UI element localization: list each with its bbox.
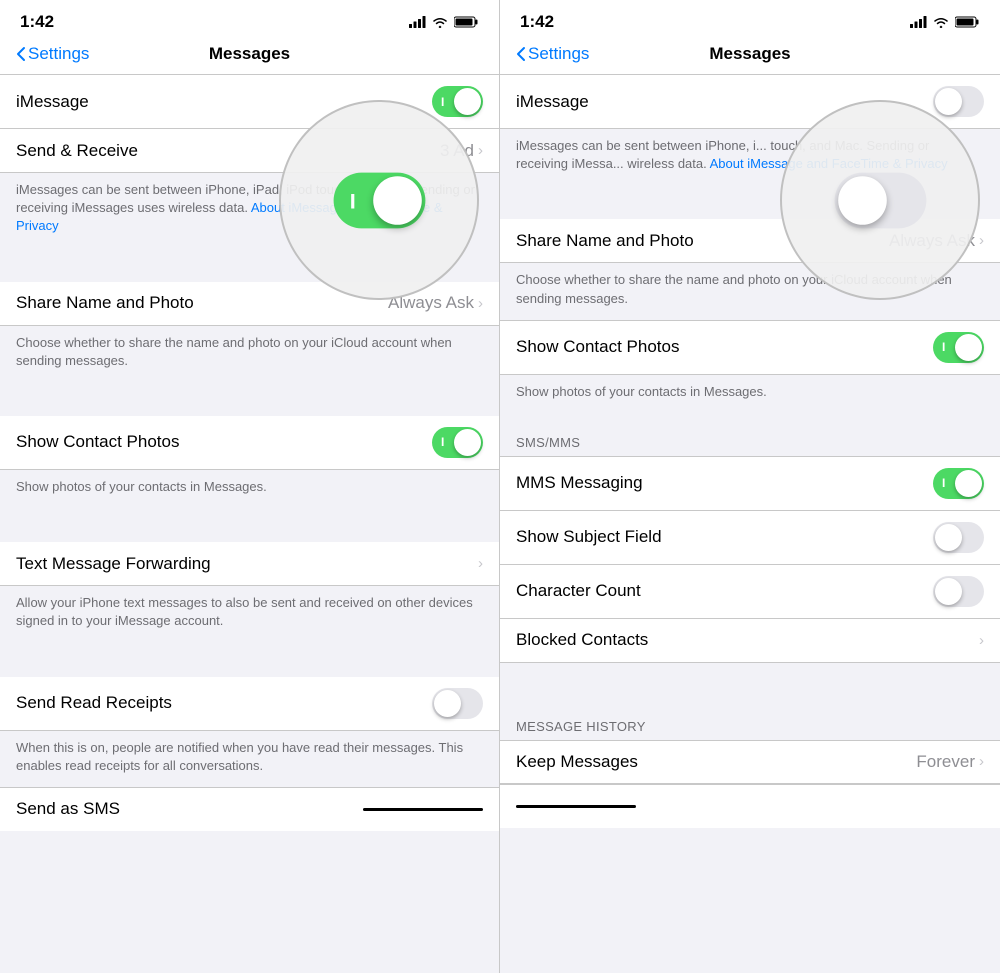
character-count-cell-right: Character Count [500, 565, 1000, 619]
chevron-icon: › [478, 295, 483, 312]
smsmms-header-right: SMS/MMS [500, 413, 1000, 456]
chevron-icon: › [979, 232, 984, 249]
show-subject-field-toggle-right[interactable] [933, 522, 984, 553]
separator-2-right [500, 663, 1000, 697]
separator-4-left [0, 643, 499, 677]
status-icons-right [910, 16, 980, 28]
show-subject-field-cell-right: Show Subject Field [500, 511, 1000, 565]
text-msg-forwarding-cell-left[interactable]: Text Message Forwarding › [0, 542, 499, 586]
character-count-toggle-right[interactable] [933, 576, 984, 607]
nav-bar-left: Settings Messages [0, 38, 499, 74]
imessage-link-right[interactable]: About iMessage and FaceTime & Privacy [710, 156, 948, 171]
blocked-contacts-cell-right[interactable]: Blocked Contacts › [500, 619, 1000, 663]
back-chevron-left [16, 46, 26, 62]
imessage-toggle-right[interactable] [933, 86, 984, 117]
share-name-cell-left[interactable]: Share Name and Photo Always Ask › [0, 282, 499, 326]
wifi-icon-right [933, 16, 949, 28]
msg-history-header-right: MESSAGE HISTORY [500, 697, 1000, 740]
settings-list-right: iMessage iMessages can be sent between i… [500, 74, 1000, 828]
time-left: 1:42 [20, 12, 54, 32]
page-title-left: Messages [209, 44, 290, 64]
imessage-toggle-left[interactable]: I [432, 86, 483, 117]
imessage-cell-right: iMessage [500, 74, 1000, 129]
show-contact-photos-cell-right: Show Contact Photos I [500, 320, 1000, 375]
imessage-description-left: iMessages can be sent between iPhone, iP… [0, 173, 499, 248]
show-contact-photos-toggle-right[interactable]: I [933, 332, 984, 363]
show-contact-photos-description-right: Show photos of your contacts in Messages… [500, 375, 1000, 413]
nav-bar-right: Settings Messages [500, 38, 1000, 74]
time-right: 1:42 [520, 12, 554, 32]
send-read-receipts-toggle-left[interactable] [432, 688, 483, 719]
progress-line-left [363, 808, 483, 811]
progress-line-right [516, 805, 636, 808]
separator-2-left [0, 382, 499, 416]
chevron-icon: › [979, 632, 984, 649]
text-msg-forwarding-description-left: Allow your iPhone text messages to also … [0, 586, 499, 642]
share-name-description-right: Choose whether to share the name and pho… [500, 263, 1000, 319]
status-bar-right: 1:42 [500, 0, 1000, 38]
share-name-cell-right[interactable]: Share Name and Photo Always Ask › [500, 219, 1000, 263]
share-name-description-left: Choose whether to share the name and pho… [0, 326, 499, 382]
imessage-description-right: iMessages can be sent between iPhone, i.… [500, 129, 1000, 185]
back-chevron-right [516, 46, 526, 62]
chevron-icon: › [478, 142, 483, 159]
mms-messaging-cell-right: MMS Messaging I [500, 456, 1000, 511]
settings-list-left: iMessage I Send & Receive 3 Ad › iMessag… [0, 74, 499, 831]
imessage-cell-left: iMessage I [0, 74, 499, 129]
send-read-receipts-cell-left: Send Read Receipts [0, 677, 499, 731]
send-as-sms-row-left: Send as SMS [0, 787, 499, 831]
separator-1-left [0, 248, 499, 282]
page-title-right: Messages [709, 44, 790, 64]
back-button-left[interactable]: Settings [16, 44, 89, 64]
separator-1-right [500, 185, 1000, 219]
send-receive-cell-left[interactable]: Send & Receive 3 Ad › [0, 129, 499, 173]
battery-icon-left [454, 16, 479, 28]
status-icons-left [409, 16, 479, 28]
chevron-icon: › [478, 555, 483, 572]
keep-messages-cell-right[interactable]: Keep Messages Forever › [500, 740, 1000, 784]
show-contact-photos-toggle-left[interactable]: I [432, 427, 483, 458]
left-panel: I 1:42 [0, 0, 500, 973]
signal-icon-right [910, 16, 927, 28]
send-read-receipts-description-left: When this is on, people are notified whe… [0, 731, 499, 787]
separator-3-left [0, 508, 499, 542]
right-panel: 1:42 Settings [500, 0, 1000, 973]
bottom-bar-right [500, 784, 1000, 828]
show-contact-photos-description-left: Show photos of your contacts in Messages… [0, 470, 499, 508]
wifi-icon-left [432, 16, 448, 28]
chevron-icon: › [979, 753, 984, 770]
battery-icon-right [955, 16, 980, 28]
show-contact-photos-cell-left: Show Contact Photos I [0, 416, 499, 470]
mms-messaging-toggle-right[interactable]: I [933, 468, 984, 499]
status-bar-left: 1:42 [0, 0, 499, 38]
signal-icon-left [409, 16, 426, 28]
back-button-right[interactable]: Settings [516, 44, 589, 64]
